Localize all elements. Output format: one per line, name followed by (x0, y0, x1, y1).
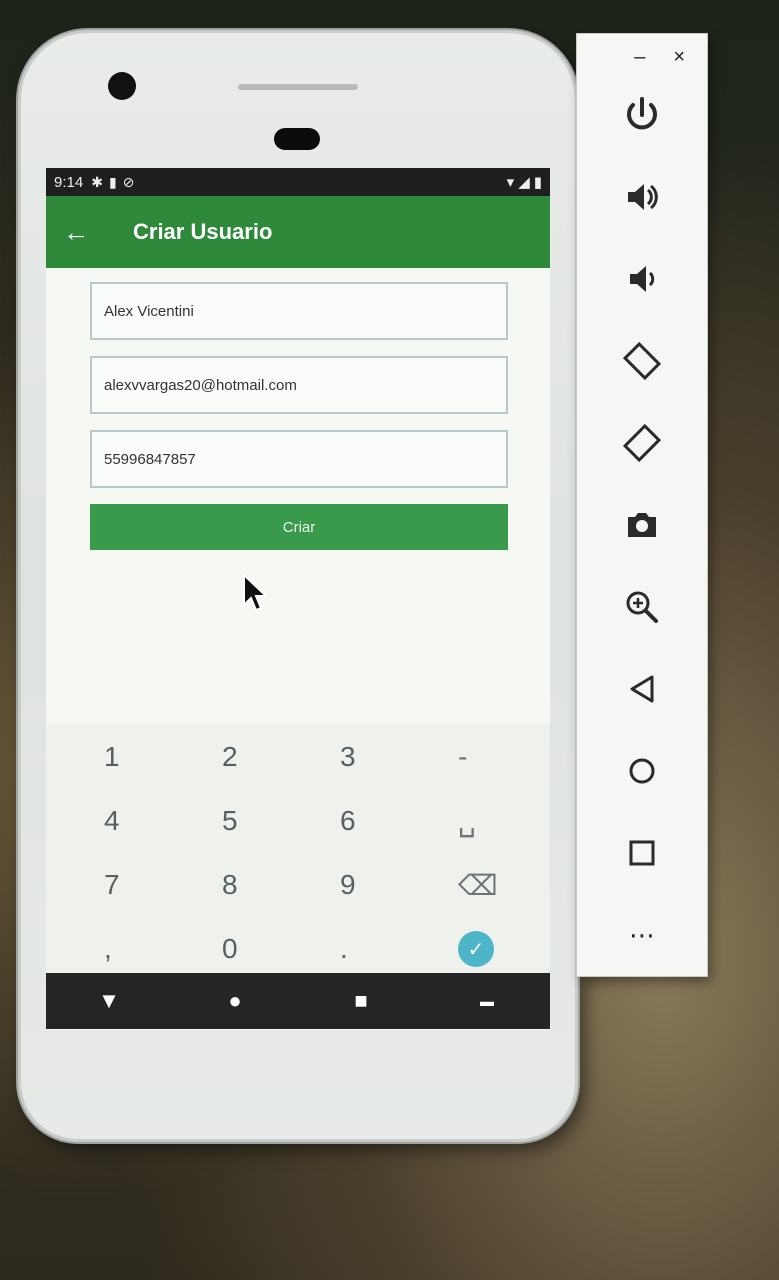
app-bar: ← Criar Usuario (46, 196, 550, 268)
volume-down-button[interactable] (577, 238, 707, 320)
nav-recents-icon[interactable]: ■ (331, 988, 391, 1014)
signal-icon: ◢ (518, 174, 530, 191)
device-screen: 9:14 ✱ ▮ ⊘ ▾ ◢ ▮ ← Criar Usuario Alex Vi… (46, 168, 550, 1030)
key-1[interactable]: 1 (64, 725, 182, 789)
rotate-left-icon (622, 341, 662, 381)
phone-frame: 9:14 ✱ ▮ ⊘ ▾ ◢ ▮ ← Criar Usuario Alex Vi… (18, 30, 578, 1142)
mouse-pointer-icon (243, 573, 269, 612)
wifi-icon: ▾ (506, 174, 515, 191)
close-button[interactable]: × (673, 46, 685, 74)
sd-card-icon: ▮ (108, 173, 117, 190)
minimize-button[interactable]: – (634, 46, 645, 74)
key-space[interactable]: ␣ (418, 789, 536, 853)
power-icon (627, 97, 657, 130)
status-time: 9:14 (54, 173, 84, 191)
status-bar: 9:14 ✱ ▮ ⊘ ▾ ◢ ▮ (46, 168, 550, 196)
back-button[interactable] (577, 648, 707, 730)
camera-icon (628, 513, 656, 537)
earpiece (238, 84, 358, 90)
key-comma[interactable]: , (64, 917, 182, 981)
numeric-keyboard: 1 2 3 - 4 5 6 ␣ 7 8 9 ⌫ , 0 . ✓ (46, 723, 550, 973)
toolbar-header: – × (577, 34, 707, 74)
key-4[interactable]: 4 (64, 789, 182, 853)
backspace-key-icon[interactable]: ⌫ (418, 853, 536, 917)
settings-status-icon: ✱ (91, 173, 103, 190)
key-minus[interactable]: - (418, 725, 536, 789)
no-disturb-icon: ⊘ (122, 173, 135, 190)
nav-home-icon[interactable]: ● (205, 988, 265, 1014)
zoom-button[interactable] (577, 566, 707, 648)
create-user-form: Alex Vicentini alexvvargas20@hotmail.com… (46, 268, 550, 550)
key-9[interactable]: 9 (300, 853, 418, 917)
key-7[interactable]: 7 (64, 853, 182, 917)
name-field[interactable]: Alex Vicentini (90, 282, 508, 340)
square-overview-icon (629, 840, 655, 866)
email-field[interactable]: alexvvargas20@hotmail.com (90, 356, 508, 414)
key-5[interactable]: 5 (182, 789, 300, 853)
sensor-pill (274, 128, 320, 150)
rotate-left-button[interactable] (577, 320, 707, 402)
front-camera (108, 72, 136, 100)
circle-home-icon (629, 758, 655, 784)
zoom-in-icon (626, 591, 658, 623)
done-key[interactable]: ✓ (418, 917, 536, 981)
battery-icon: ▮ (533, 174, 542, 191)
emulator-toolbar: – × ⋯ (577, 34, 707, 976)
key-period[interactable]: . (300, 917, 418, 981)
key-2[interactable]: 2 (182, 725, 300, 789)
key-0[interactable]: 0 (182, 917, 300, 981)
rotate-right-icon (622, 423, 662, 463)
screenshot-button[interactable] (577, 484, 707, 566)
key-3[interactable]: 3 (300, 725, 418, 789)
power-button[interactable] (577, 74, 707, 156)
volume-up-icon (628, 184, 658, 210)
volume-up-button[interactable] (577, 156, 707, 238)
more-dots-icon: ⋯ (629, 919, 655, 950)
phone-field[interactable]: 55996847857 (90, 430, 508, 488)
triangle-back-icon (630, 675, 654, 703)
more-button[interactable]: ⋯ (577, 894, 707, 976)
back-arrow-icon[interactable]: ← (46, 217, 106, 248)
key-8[interactable]: 8 (182, 853, 300, 917)
system-nav-bar: ▼ ● ■ ▬ (46, 973, 550, 1029)
create-button[interactable]: Criar (90, 504, 508, 550)
overview-button[interactable] (577, 812, 707, 894)
home-button[interactable] (577, 730, 707, 812)
volume-down-icon (630, 266, 655, 292)
page-title: Criar Usuario (133, 219, 273, 244)
key-6[interactable]: 6 (300, 789, 418, 853)
check-icon: ✓ (458, 931, 494, 967)
nav-back-icon[interactable]: ▼ (79, 988, 139, 1014)
keyboard-switch-icon[interactable]: ▬ (457, 993, 517, 1009)
rotate-right-button[interactable] (577, 402, 707, 484)
